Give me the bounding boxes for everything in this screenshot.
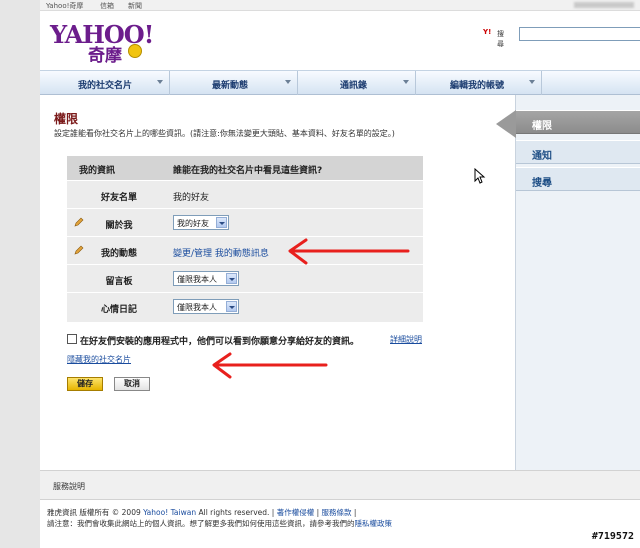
mouse-cursor-icon — [474, 168, 486, 184]
watermark-stamp: #719572 — [591, 531, 634, 542]
copyright-prefix: 雅虎資訊 版權所有 © 2009 — [47, 508, 144, 517]
row-name: 我的動態 — [100, 249, 137, 259]
row-value: 我的好友 — [173, 193, 210, 203]
annotation-arrow-hide-card — [212, 352, 328, 379]
logo-badge-icon — [128, 44, 142, 58]
help-link[interactable]: 詳細說明 — [390, 334, 422, 345]
active-tab-pointer — [496, 110, 516, 138]
select-value: 僅限我本人 — [177, 303, 217, 312]
sidebar-item-permissions[interactable]: 權限 — [516, 110, 640, 134]
privacy-policy-link[interactable]: 隱私權政策 — [355, 519, 393, 528]
settings-sidebar: 權限 通知 搜尋 — [515, 95, 640, 470]
apps-sharing-checkbox[interactable] — [67, 334, 77, 344]
blurred-user-info — [574, 2, 634, 8]
save-button[interactable]: 儲存 — [67, 377, 103, 391]
terms-link[interactable]: 服務條款 — [322, 508, 352, 517]
top-link-news[interactable]: 新聞 — [128, 1, 142, 11]
row-name: 好友名單 — [100, 193, 137, 203]
sidebar-item-search[interactable]: 搜尋 — [516, 167, 640, 191]
nav-tab-account[interactable]: 編輯我的帳號 — [416, 71, 542, 95]
copyright-end: | — [351, 508, 357, 517]
top-link-yahoo[interactable]: Yahoo!奇摩 — [46, 1, 83, 11]
manage-updates-link[interactable]: 變更/管理 我的動態訊息 — [173, 246, 269, 259]
nav-tab-profile[interactable]: 我的社交名片 — [40, 71, 170, 95]
top-link-mail[interactable]: 信箱 — [100, 1, 114, 11]
privacy-notice-line: 請注意：我們會收集此網站上的個人資訊。想了解更多我們如何使用這些資訊，請參考我們… — [47, 518, 392, 529]
sidebar-item-label: 通知 — [532, 151, 552, 162]
chevron-down-icon — [403, 80, 409, 84]
yahoo-logo[interactable]: YAHOO! 奇摩 — [50, 20, 154, 66]
table-row: 好友名單 我的好友 — [67, 180, 423, 208]
copyright-line: 雅虎資訊 版權所有 © 2009 Yahoo! Taiwan All right… — [47, 507, 356, 518]
search-input[interactable] — [519, 27, 640, 41]
copyright-infringement-link[interactable]: 著作權侵權 — [277, 508, 315, 517]
table-header: 我的資訊 誰能在我的社交名片中看見這些資訊? — [67, 156, 423, 180]
nav-tab-updates[interactable]: 最新動態 — [170, 71, 298, 95]
table-row: 關於我 我的好友 — [67, 208, 423, 236]
nav-tab-label: 編輯我的帳號 — [450, 81, 505, 91]
nav-tab-label: 最新動態 — [212, 81, 249, 91]
top-strip: Yahoo!奇摩 信箱 新聞 — [40, 0, 640, 11]
col-header-info: 我的資訊 — [79, 166, 116, 176]
about-me-select[interactable]: 我的好友 — [173, 215, 229, 230]
copyright-suffix: All rights reserved. | — [196, 508, 277, 517]
dropdown-arrow-icon — [226, 301, 237, 312]
nav-tab-contacts[interactable]: 通訊錄 — [298, 71, 416, 95]
cancel-button[interactable]: 取消 — [114, 377, 150, 391]
main-nav: 我的社交名片 最新動態 通訊錄 編輯我的帳號 — [40, 70, 640, 95]
row-name: 關於我 — [105, 221, 133, 231]
nav-tab-label: 通訊錄 — [340, 81, 368, 91]
table-row: 心情日記 僅限我本人 — [67, 292, 423, 320]
logo-cn: 奇摩 — [88, 46, 122, 66]
sidebar-item-label: 權限 — [532, 121, 552, 132]
table-row: 留言板 僅限我本人 — [67, 264, 423, 292]
select-value: 僅限我本人 — [177, 275, 217, 284]
sidebar-item-notifications[interactable]: 通知 — [516, 140, 640, 164]
yahoo-taiwan-link[interactable]: Yahoo! Taiwan — [143, 508, 196, 517]
row-name: 留言板 — [105, 277, 133, 287]
chevron-down-icon — [529, 80, 535, 84]
browser-page: Yahoo!奇摩 信箱 新聞 YAHOO! 奇摩 Y! 搜尋 我的社交名片 最新… — [40, 0, 640, 548]
row-name: 心情日記 — [100, 305, 137, 315]
diary-select[interactable]: 僅限我本人 — [173, 299, 239, 314]
hide-card-link[interactable]: 隱藏我的社交名片 — [67, 354, 131, 365]
search-label: 搜尋 — [497, 30, 504, 48]
chevron-down-icon — [285, 80, 291, 84]
page-title: 權限 — [54, 112, 79, 126]
page-description: 設定誰能看你社交名片上的哪些資訊。(請注意:你無法變更大頭貼、基本資料、好友名單… — [54, 129, 395, 138]
guestbook-select[interactable]: 僅限我本人 — [173, 271, 239, 286]
nav-tab-label: 我的社交名片 — [78, 81, 133, 91]
col-header-who: 誰能在我的社交名片中看見這些資訊? — [173, 166, 323, 176]
yahoo-mini-icon: Y! — [483, 28, 492, 36]
apps-sharing-label: 在好友們安裝的應用程式中，他們可以看到你願意分享給好友的資訊。 — [80, 337, 360, 347]
dropdown-arrow-icon — [226, 273, 237, 284]
copyright-separator: | — [314, 508, 322, 517]
sidebar-item-label: 搜尋 — [532, 178, 552, 189]
dropdown-arrow-icon — [216, 217, 227, 228]
footer-links-bar: 服務說明 — [40, 470, 640, 500]
footer-help-link[interactable]: 服務說明 — [53, 481, 85, 492]
annotation-arrow-updates — [288, 238, 410, 265]
chevron-down-icon — [157, 80, 163, 84]
privacy-notice-text: 請注意：我們會收集此網站上的個人資訊。想了解更多我們如何使用這些資訊，請參考我們… — [47, 519, 355, 528]
select-value: 我的好友 — [177, 219, 209, 228]
